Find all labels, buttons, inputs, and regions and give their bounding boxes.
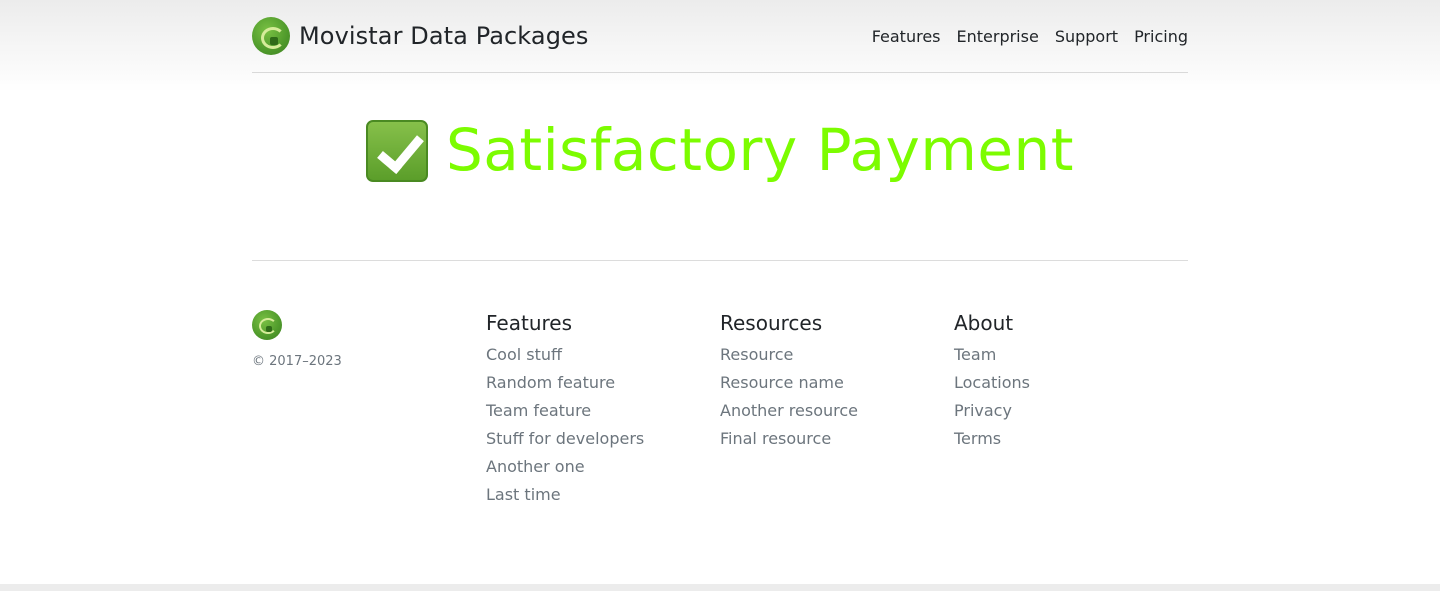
footer-heading: About: [954, 311, 1014, 335]
check-mark-icon: [365, 120, 428, 182]
footer-link[interactable]: Cool stuff: [486, 345, 562, 364]
footer-link[interactable]: Team feature: [486, 401, 591, 420]
footer-link[interactable]: Terms: [954, 429, 1001, 448]
footer-heading: Resources: [720, 311, 823, 335]
brand-name: Movistar Data Packages: [299, 22, 589, 50]
footer-link[interactable]: Locations: [954, 373, 1030, 392]
footer-link[interactable]: Another one: [486, 457, 585, 476]
footer-link-list: Cool stuff Random feature Team feature S…: [486, 341, 720, 509]
footer-heading: Features: [486, 311, 572, 335]
footer-link[interactable]: Random feature: [486, 373, 615, 392]
footer-column-about: About Team Locations Privacy Terms: [954, 261, 1188, 520]
footer-link[interactable]: Another resource: [720, 401, 858, 420]
nav-link-pricing[interactable]: Pricing: [1134, 27, 1188, 46]
footer-logo-icon: [252, 310, 282, 340]
site-header: Movistar Data Packages Features Enterpri…: [252, 0, 1188, 73]
hero: Satisfactory Payment: [252, 108, 1188, 192]
nav-link-enterprise[interactable]: Enterprise: [957, 27, 1039, 46]
footer-link-list: Team Locations Privacy Terms: [954, 341, 1188, 453]
footer-link[interactable]: Privacy: [954, 401, 1012, 420]
nav-link-features[interactable]: Features: [872, 27, 941, 46]
brand-link[interactable]: Movistar Data Packages: [252, 17, 589, 55]
footer-link[interactable]: Team: [954, 345, 996, 364]
footer-link[interactable]: Resource name: [720, 373, 844, 392]
footer-link-list: Resource Resource name Another resource …: [720, 341, 954, 453]
page: Movistar Data Packages Features Enterpri…: [0, 0, 1440, 591]
nav-link-support[interactable]: Support: [1055, 27, 1118, 46]
page-title: Satisfactory Payment: [445, 116, 1075, 184]
site-footer: © 2017–2023 Features Cool stuff Random f…: [252, 260, 1188, 520]
main-nav: Features Enterprise Support Pricing: [872, 27, 1188, 46]
copyright: © 2017–2023: [252, 354, 342, 369]
footer-column-resources: Resources Resource Resource name Another…: [720, 261, 954, 520]
movistar-logo-icon: [252, 17, 290, 55]
footer-link[interactable]: Last time: [486, 485, 561, 504]
bottom-bar: [0, 584, 1440, 591]
footer-link[interactable]: Final resource: [720, 429, 831, 448]
footer-brand-column: © 2017–2023: [252, 261, 486, 520]
footer-link[interactable]: Resource: [720, 345, 793, 364]
footer-link[interactable]: Stuff for developers: [486, 429, 644, 448]
footer-column-features: Features Cool stuff Random feature Team …: [486, 261, 720, 520]
